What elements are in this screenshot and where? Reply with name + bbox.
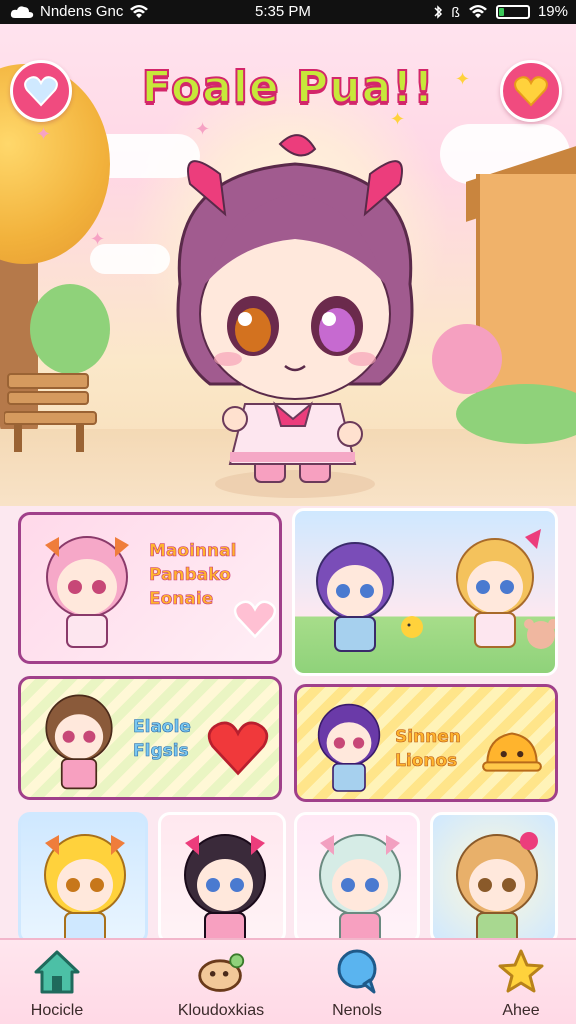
chat-bubble-icon — [337, 949, 377, 994]
nav-favorites-label: Ahee — [502, 1002, 540, 1019]
nav-home[interactable]: Hocicle — [2, 946, 112, 1024]
feature-card-2[interactable] — [292, 508, 558, 676]
bush — [30, 284, 110, 374]
bear-icon — [524, 619, 555, 649]
chick-icon — [401, 616, 423, 638]
nav-favorites[interactable]: Ahee — [466, 946, 576, 1024]
feature-card-1[interactable]: Maoinnal Panbako Eonaie — [18, 512, 282, 664]
nav-messages-label: Nenols — [332, 1002, 382, 1019]
pink-hair-character — [45, 536, 129, 648]
battery-icon — [495, 4, 530, 19]
pet-icon — [198, 953, 245, 992]
dark-hair-character — [184, 834, 266, 941]
brown-hair-character — [45, 694, 113, 790]
wifi-signal-icon — [468, 4, 487, 18]
card-4-label-line-1: Sinnen — [395, 727, 462, 748]
character-tile-3[interactable] — [294, 812, 420, 944]
card-1-label-line-3: Eonaie — [149, 589, 214, 610]
card-4-label-line-2: Lionos — [395, 751, 458, 772]
silver-hair-character — [319, 834, 401, 941]
status-bar: Nndens Gnc 5:35 PM ß 19% — [0, 0, 576, 24]
nav-messages[interactable]: Nenols — [302, 946, 412, 1024]
heart-icon — [233, 600, 277, 639]
bench — [4, 373, 97, 452]
purple-hair-character — [316, 542, 394, 652]
feature-card-4[interactable]: Sinnen Lionos — [294, 684, 558, 802]
wifi-icon — [130, 4, 149, 18]
star-icon — [498, 949, 544, 993]
bluetooth-icon — [434, 4, 443, 19]
carrier-text: Nndens Gnc — [40, 3, 124, 20]
hero-scene: ✦ ✦ ✦ ✦ ✦ Foale Pua!! — [0, 24, 576, 506]
home-icon — [34, 950, 80, 994]
cloud-status-icon — [10, 5, 34, 18]
bottom-nav: Hocicle Kloudoxkias Nenols Ahee — [0, 938, 576, 1024]
sparkle-icon: ✦ — [36, 124, 52, 145]
heart-icon — [207, 721, 269, 776]
battery-percent: 19% — [537, 3, 568, 20]
character-tile-2[interactable] — [158, 812, 286, 944]
character-tile-1[interactable] — [18, 812, 148, 944]
network-icon: ß — [451, 3, 460, 20]
card-3-label-line-1: Elaole — [133, 717, 192, 738]
card-1-label-line-1: Maoinnal — [149, 541, 237, 562]
feature-card-3[interactable]: Elaole Flgsis — [18, 676, 282, 800]
ginger-hair-character — [456, 832, 538, 941]
clock: 5:35 PM — [255, 3, 311, 20]
nav-home-label: Hocicle — [30, 1002, 84, 1019]
yellow-hair-character — [44, 834, 126, 941]
card-3-label-line-2: Flgsis — [133, 741, 189, 762]
violet-hair-character — [317, 703, 381, 792]
battery-fill — [498, 7, 504, 16]
main-character[interactable] — [150, 134, 440, 504]
sparkle-icon: ✦ — [90, 229, 106, 250]
card-1-label-line-2: Panbako — [149, 565, 231, 586]
game-title: Foale Pua!! — [141, 61, 435, 114]
pink-tree — [432, 324, 502, 394]
bell-icon — [482, 732, 542, 772]
nav-pets[interactable]: Kloudoxkias — [166, 946, 276, 1024]
nav-pets-label: Kloudoxkias — [177, 1002, 265, 1019]
character-tile-4[interactable] — [430, 812, 558, 944]
